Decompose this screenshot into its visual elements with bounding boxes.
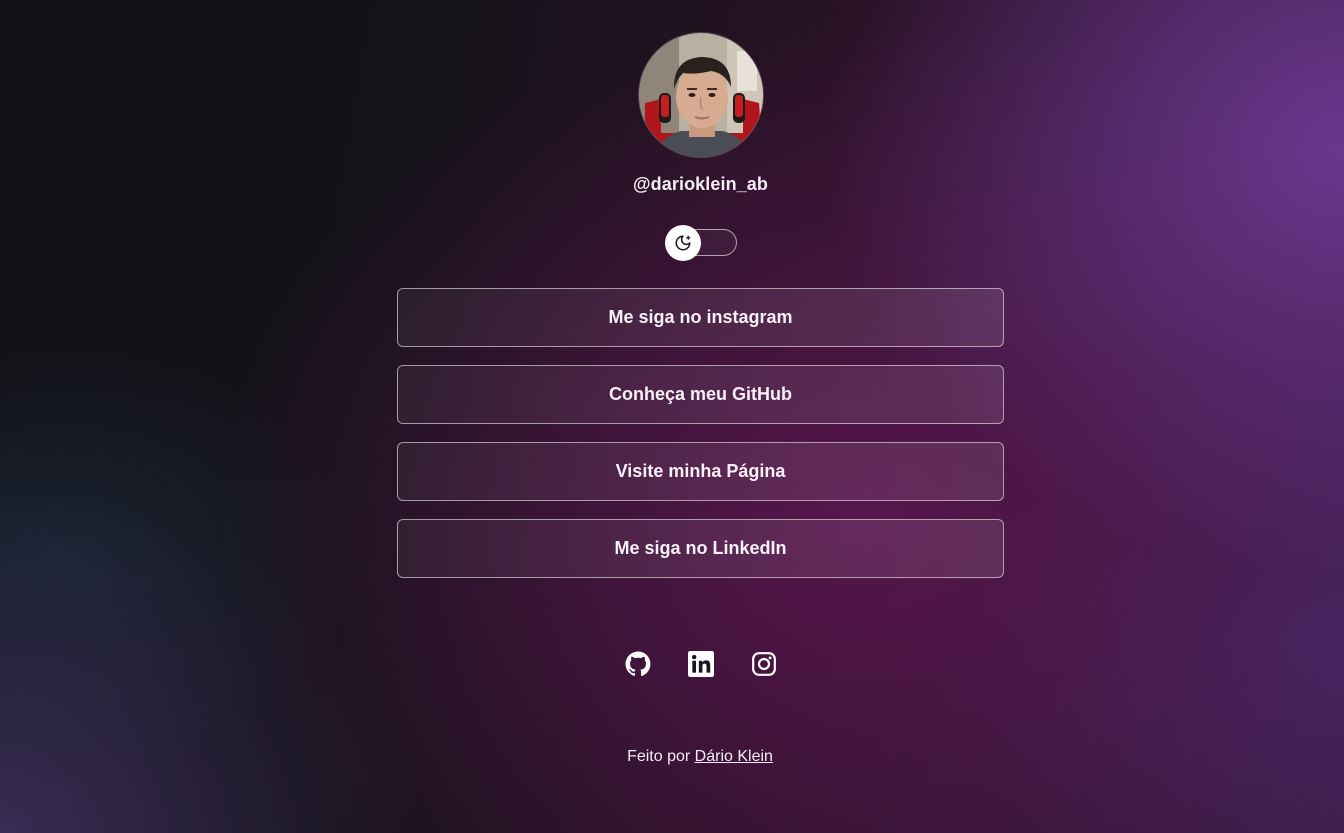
avatar — [638, 32, 764, 158]
github-link-button[interactable]: Conheça meu GitHub — [397, 365, 1004, 424]
github-icon[interactable] — [624, 650, 652, 678]
theme-toggle[interactable] — [665, 224, 737, 262]
footer-author-link[interactable]: Dário Klein — [695, 748, 773, 765]
theme-toggle-knob[interactable] — [665, 225, 701, 261]
avatar-image — [639, 33, 763, 157]
footer-prefix: Feito por — [627, 748, 691, 765]
footer: Feito por Dário Klein — [0, 748, 1344, 766]
instagram-link-button[interactable]: Me siga no instagram — [397, 288, 1004, 347]
profile-username: @darioklein_ab — [633, 174, 768, 194]
linkedin-link-button[interactable]: Me siga no LinkedIn — [397, 519, 1004, 578]
social-icons — [622, 650, 782, 678]
moon-stars-icon — [675, 235, 691, 251]
instagram-icon[interactable] — [750, 650, 778, 678]
page-content: @darioklein_ab Me siga no instagram Conh… — [0, 0, 1344, 833]
link-list: Me siga no instagram Conheça meu GitHub … — [397, 288, 1004, 596]
website-link-button[interactable]: Visite minha Página — [397, 442, 1004, 501]
linkedin-icon[interactable] — [687, 650, 715, 678]
